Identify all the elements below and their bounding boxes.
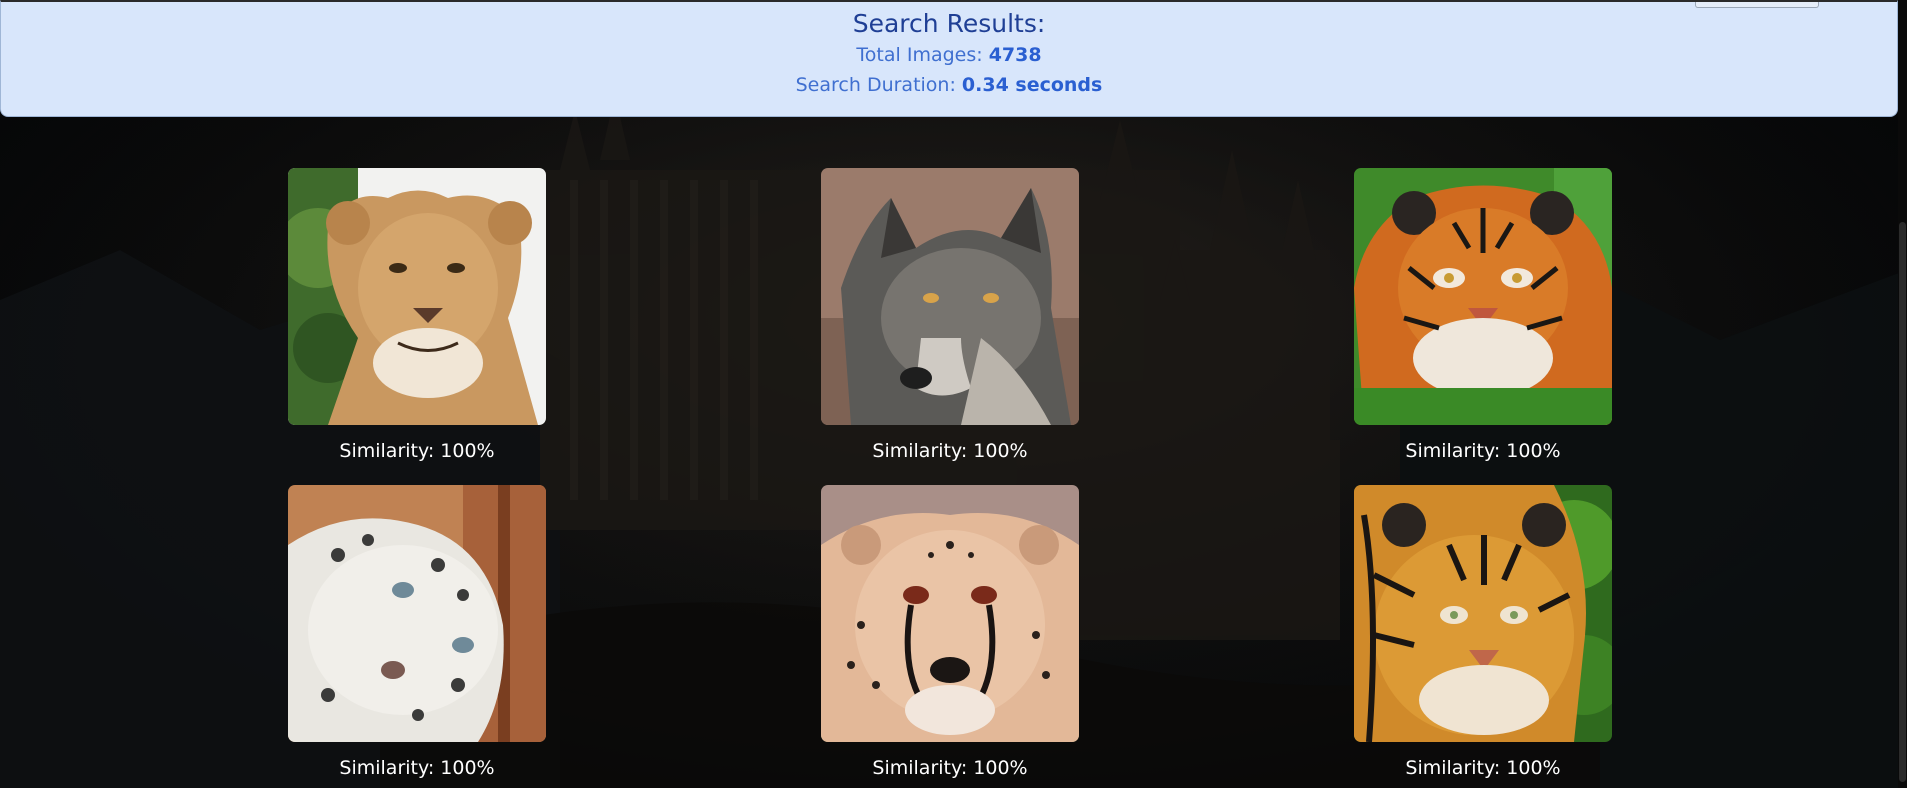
wolf-image[interactable] (821, 168, 1079, 425)
result-card[interactable]: Similarity: 100% (288, 168, 546, 463)
search-results-title: Search Results: (852, 9, 1046, 38)
search-duration-line: Search Duration: 0.34 seconds (1, 70, 1897, 100)
vertical-scrollbar[interactable] (1898, 0, 1907, 788)
total-images-value: 4738 (988, 44, 1042, 66)
result-card[interactable]: Similarity: 100% (1354, 168, 1612, 463)
similarity-score: Similarity: 100% (339, 757, 495, 779)
total-images-line: Total Images: 4738 (1, 40, 1897, 70)
search-duration-value: 0.34 seconds (961, 74, 1103, 96)
search-duration-label: Search Duration: (795, 74, 962, 96)
tiger-image[interactable] (1354, 168, 1612, 425)
results-grid: Similarity: 100% Similarity: 100% Simila… (0, 0, 1907, 788)
total-images-label: Total Images: (856, 44, 989, 66)
scrollbar-thumb[interactable] (1899, 222, 1906, 782)
corner-tab (1695, 2, 1819, 8)
lioness-image[interactable] (288, 168, 546, 425)
result-card[interactable]: Similarity: 100% (288, 485, 546, 780)
tiger-image[interactable] (1354, 485, 1612, 742)
result-card[interactable]: Similarity: 100% (821, 485, 1079, 780)
similarity-score: Similarity: 100% (1405, 440, 1561, 462)
snow-leopard-image[interactable] (288, 485, 546, 742)
search-results-panel: Search Results: Total Images: 4738 Searc… (0, 0, 1898, 117)
result-card[interactable]: Similarity: 100% (1354, 485, 1612, 780)
similarity-score: Similarity: 100% (872, 440, 1028, 462)
similarity-score: Similarity: 100% (872, 757, 1028, 779)
result-card[interactable]: Similarity: 100% (821, 168, 1079, 463)
cheetah-image[interactable] (821, 485, 1079, 742)
similarity-score: Similarity: 100% (1405, 757, 1561, 779)
similarity-score: Similarity: 100% (339, 440, 495, 462)
